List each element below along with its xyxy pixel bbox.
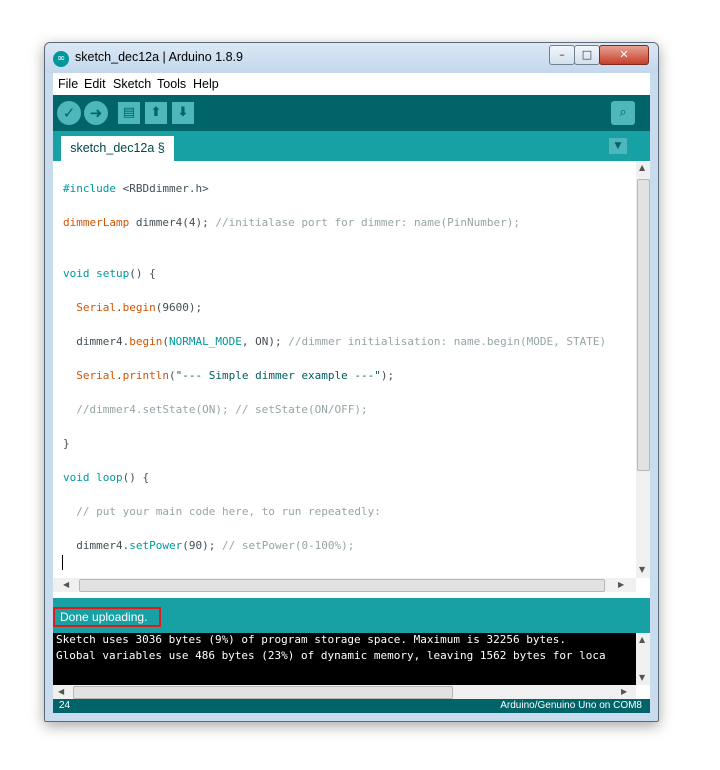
window-content: File Edit Sketch Tools Help ✓ ➜ ▤ ⬆ ⬇ ⌕ … — [53, 73, 650, 713]
code-line: dimmerLamp dimmer4(4); //initialase port… — [63, 216, 520, 229]
code-line: Serial.begin(9600); — [76, 301, 203, 314]
code-token: dimmerLamp — [63, 216, 130, 229]
code-token: NORMAL_MODE — [168, 335, 242, 348]
open-button[interactable]: ⬆ — [145, 102, 167, 124]
code-comment: // setPower(0-100%); — [221, 539, 355, 552]
code-line: //dimmer4.setState(ON); // setState(ON/O… — [63, 402, 368, 418]
status-bar: Done uploading. — [53, 598, 650, 633]
scroll-down-icon[interactable]: ▼ — [639, 565, 645, 574]
code-editor[interactable]: #include <RBDdimmer.h> dimmerLamp dimmer… — [53, 161, 650, 598]
minimize-button[interactable]: – — [549, 45, 575, 65]
arduino-logo-icon: ∞ — [53, 51, 69, 67]
code-line: void loop() { — [63, 471, 150, 484]
code-line: dimmer4.begin(NORMAL_MODE, ON); //dimmer… — [63, 335, 607, 348]
code-line: Serial.println("--- Simple dimmer exampl… — [76, 369, 395, 382]
scroll-down-icon[interactable]: ▼ — [639, 673, 645, 682]
console-line: Global variables use 486 bytes (23%) of … — [56, 649, 606, 662]
code-comment: //dimmer4.setState(ON); // setState(ON/O… — [76, 403, 368, 416]
code-string: "--- Simple dimmer example ---" — [175, 369, 381, 382]
code-token: Serial — [76, 369, 116, 382]
console-output: Sketch uses 3036 bytes (9%) of program s… — [53, 633, 650, 685]
scroll-left-icon[interactable]: ◀ — [63, 580, 69, 589]
title-bar: ∞ sketch_dec12a | Arduino 1.8.9 – □ ✕ — [45, 43, 658, 73]
scroll-thumb[interactable] — [637, 179, 650, 471]
new-button[interactable]: ▤ — [118, 102, 140, 124]
footer-bar: 24 Arduino/Genuino Uno on COM8 — [53, 699, 650, 713]
menu-sketch[interactable]: Sketch — [113, 77, 151, 91]
code-token: void — [63, 267, 90, 280]
arduino-window: ∞ sketch_dec12a | Arduino 1.8.9 – □ ✕ Fi… — [44, 42, 659, 722]
save-button[interactable]: ⬇ — [172, 102, 194, 124]
scroll-thumb[interactable] — [73, 686, 453, 699]
tab-bar: sketch_dec12a § ▼ — [53, 131, 650, 161]
menu-bar: File Edit Sketch Tools Help — [53, 73, 650, 95]
console-vertical-scrollbar[interactable]: ▲ ▼ — [636, 633, 650, 685]
code-line: #include <RBDdimmer.h> — [63, 182, 209, 195]
code-token: setup — [96, 267, 130, 280]
console-line: Sketch uses 3036 bytes (9%) of program s… — [56, 633, 566, 646]
console-horizontal-scrollbar[interactable]: ◀ ▶ — [53, 685, 636, 699]
scroll-up-icon[interactable]: ▲ — [639, 163, 645, 172]
tab-sketch[interactable]: sketch_dec12a § — [61, 136, 174, 161]
scroll-thumb[interactable] — [79, 579, 605, 592]
check-icon: ✓ — [62, 104, 76, 122]
arrow-down-icon: ⬇ — [177, 105, 189, 120]
code-comment: //initialase port for dimmer: name(PinNu… — [215, 216, 520, 229]
code-line: // put your main code here, to run repea… — [63, 504, 381, 520]
status-message: Done uploading. — [53, 607, 161, 627]
code-line: void setup() { — [63, 267, 156, 280]
line-number: 24 — [59, 700, 71, 711]
code-comment: // put your main code here, to run repea… — [76, 505, 381, 518]
menu-help[interactable]: Help — [193, 77, 219, 91]
menu-edit[interactable]: Edit — [84, 77, 106, 91]
code-line: } — [63, 437, 70, 450]
maximize-button[interactable]: □ — [574, 45, 600, 65]
menu-tools[interactable]: Tools — [157, 77, 186, 91]
arrow-right-icon: ➜ — [89, 104, 103, 122]
tab-menu-button[interactable]: ▼ — [609, 138, 627, 154]
board-info: Arduino/Genuino Uno on COM8 — [500, 700, 642, 711]
scroll-left-icon[interactable]: ◀ — [58, 687, 64, 696]
code-token: Serial — [76, 301, 116, 314]
code-token: println — [122, 369, 169, 382]
code-area: #include <RBDdimmer.h> dimmerLamp dimmer… — [63, 161, 633, 552]
scroll-up-icon[interactable]: ▲ — [639, 635, 645, 644]
code-comment: //dimmer initialisation: name.begin(MODE… — [288, 335, 607, 348]
code-token: void — [63, 471, 90, 484]
editor-vertical-scrollbar[interactable]: ▲ ▼ — [636, 161, 650, 578]
code-token: begin — [122, 301, 156, 314]
text-cursor — [62, 555, 63, 570]
menu-file[interactable]: File — [58, 77, 78, 91]
arrow-up-icon: ⬆ — [150, 105, 162, 120]
scroll-right-icon[interactable]: ▶ — [618, 580, 624, 589]
document-icon: ▤ — [122, 105, 136, 120]
code-token: #include — [63, 182, 116, 195]
code-token: begin — [129, 335, 163, 348]
toolbar: ✓ ➜ ▤ ⬆ ⬇ ⌕ — [53, 95, 650, 131]
code-token: setPower — [129, 539, 183, 552]
close-button[interactable]: ✕ — [599, 45, 649, 65]
editor-horizontal-scrollbar[interactable]: ◀ ▶ — [53, 578, 636, 592]
upload-button[interactable]: ➜ — [84, 101, 108, 125]
serial-monitor-button[interactable]: ⌕ — [611, 101, 635, 125]
verify-button[interactable]: ✓ — [57, 101, 81, 125]
triangle-down-icon: ▼ — [614, 141, 622, 151]
scroll-right-icon[interactable]: ▶ — [621, 687, 627, 696]
magnifier-icon: ⌕ — [619, 105, 627, 120]
window-title: sketch_dec12a | Arduino 1.8.9 — [75, 50, 243, 64]
code-line: dimmer4.setPower(90); // setPower(0-100%… — [63, 539, 355, 552]
code-token: loop — [96, 471, 123, 484]
